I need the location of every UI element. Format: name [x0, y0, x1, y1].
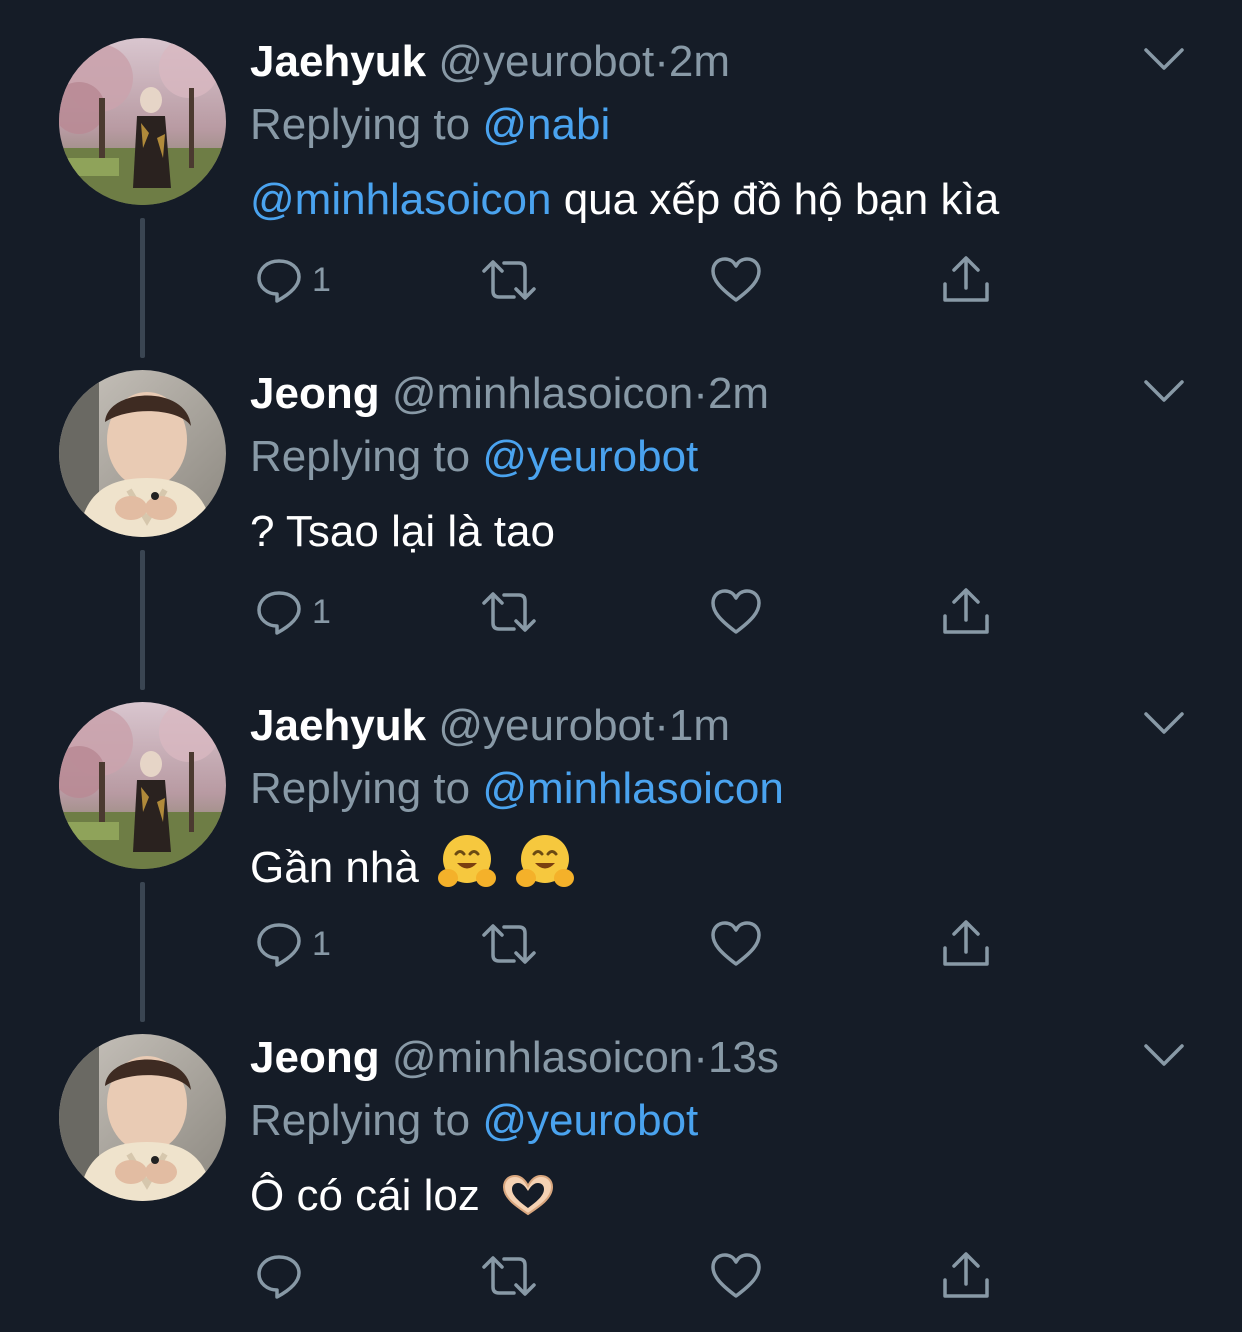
avatar[interactable]	[59, 370, 226, 537]
hugging-face-emoji	[438, 835, 497, 887]
like-button[interactable]	[710, 1248, 762, 1304]
share-icon	[943, 256, 989, 302]
retweet-icon	[482, 592, 536, 632]
hugging-face-emoji	[516, 835, 575, 887]
reply-icon	[257, 259, 301, 303]
retweet-icon	[482, 260, 536, 300]
retweet-icon	[482, 1256, 536, 1296]
tweet[interactable]: Jeong @minhlasoicon·2m Replying to @yeur…	[0, 332, 1242, 664]
replying-to-line: Replying to @yeurobot	[250, 1091, 698, 1151]
reply-icon	[257, 591, 301, 635]
tweet-header: Jeong @minhlasoicon·2m	[250, 364, 769, 424]
reply-button[interactable]	[254, 1248, 312, 1304]
tweet[interactable]: Jeong @minhlasoicon·13s Replying to @yeu…	[0, 996, 1242, 1328]
heart-icon	[711, 257, 761, 302]
reply-button[interactable]: 1	[254, 916, 331, 972]
tweet-body: ? Tsao lại là tao	[250, 500, 555, 564]
heart-icon	[711, 1253, 761, 1298]
chevron-down-icon[interactable]	[1142, 708, 1186, 738]
display-name[interactable]: Jaehyuk	[250, 701, 426, 750]
tweet-actions: 1	[250, 252, 1010, 312]
user-handle[interactable]: @yeurobot	[438, 701, 654, 750]
separator-dot: ·	[693, 369, 708, 418]
separator-dot: ·	[693, 1033, 708, 1082]
user-handle[interactable]: @yeurobot	[438, 37, 654, 86]
reply-count: 1	[312, 592, 331, 631]
like-button[interactable]	[710, 584, 762, 640]
tweet-body: Ô có cái loz	[250, 1164, 558, 1228]
replying-to-label: Replying to	[250, 100, 471, 149]
body-text: Gần nhà	[250, 843, 419, 892]
reply-icon	[257, 923, 301, 967]
share-icon	[943, 588, 989, 634]
separator-dot: ·	[654, 701, 669, 750]
body-mention[interactable]: @minhlasoicon	[250, 175, 551, 224]
tweet-body: @minhlasoicon qua xếp đồ hộ bạn kìa	[250, 168, 999, 232]
tweet[interactable]: Jaehyuk @yeurobot·1m Replying to @minhla…	[0, 664, 1242, 996]
tweet-body: Gần nhà	[250, 832, 575, 900]
timestamp[interactable]: 2m	[669, 37, 730, 86]
chevron-down-icon[interactable]	[1142, 44, 1186, 74]
reply-icon	[257, 1255, 301, 1299]
replying-to-label: Replying to	[250, 764, 471, 813]
replying-to-label: Replying to	[250, 432, 471, 481]
chevron-down-icon[interactable]	[1142, 376, 1186, 406]
replying-to-mention[interactable]: @yeurobot	[482, 432, 698, 481]
user-handle[interactable]: @minhlasoicon	[392, 1033, 693, 1082]
reply-button[interactable]: 1	[254, 252, 331, 308]
chevron-down-icon[interactable]	[1142, 1040, 1186, 1070]
reply-count: 1	[312, 924, 331, 963]
avatar[interactable]	[59, 702, 226, 869]
share-button[interactable]	[940, 916, 992, 972]
avatar[interactable]	[59, 38, 226, 205]
separator-dot: ·	[654, 37, 669, 86]
retweet-icon	[482, 924, 536, 964]
reply-button[interactable]: 1	[254, 584, 331, 640]
retweet-button[interactable]	[480, 584, 538, 640]
share-button[interactable]	[940, 584, 992, 640]
tweet-header: Jeong @minhlasoicon·13s	[250, 1028, 779, 1088]
tweet-actions: 1	[250, 584, 1010, 644]
timestamp[interactable]: 1m	[669, 701, 730, 750]
tweet-actions	[250, 1248, 1010, 1308]
share-icon	[943, 920, 989, 966]
body-text: ? Tsao lại là tao	[250, 507, 555, 556]
heart-icon	[711, 589, 761, 634]
retweet-button[interactable]	[480, 1248, 538, 1304]
replying-to-line: Replying to @nabi	[250, 95, 610, 155]
heart-hands-emoji	[503, 1174, 554, 1216]
timestamp[interactable]: 2m	[708, 369, 769, 418]
tweet-header: Jaehyuk @yeurobot·2m	[250, 32, 730, 92]
display-name[interactable]: Jeong	[250, 1033, 380, 1082]
replying-to-line: Replying to @minhlasoicon	[250, 759, 784, 819]
user-handle[interactable]: @minhlasoicon	[392, 369, 693, 418]
tweet[interactable]: Jaehyuk @yeurobot·2m Replying to @nabi @…	[0, 0, 1242, 332]
replying-to-mention[interactable]: @minhlasoicon	[482, 764, 783, 813]
replying-to-mention[interactable]: @yeurobot	[482, 1096, 698, 1145]
replying-to-label: Replying to	[250, 1096, 471, 1145]
share-button[interactable]	[940, 252, 992, 308]
body-text: Ô có cái loz	[250, 1171, 480, 1220]
body-text: qua xếp đồ hộ bạn kìa	[551, 175, 1000, 224]
replying-to-line: Replying to @yeurobot	[250, 427, 698, 487]
share-icon	[943, 1252, 989, 1298]
like-button[interactable]	[710, 252, 762, 308]
like-button[interactable]	[710, 916, 762, 972]
heart-icon	[711, 921, 761, 966]
share-button[interactable]	[940, 1248, 992, 1304]
tweet-actions: 1	[250, 916, 1010, 976]
timestamp[interactable]: 13s	[708, 1033, 779, 1082]
reply-count: 1	[312, 260, 331, 299]
tweet-header: Jaehyuk @yeurobot·1m	[250, 696, 730, 756]
display-name[interactable]: Jeong	[250, 369, 380, 418]
retweet-button[interactable]	[480, 252, 538, 308]
avatar[interactable]	[59, 1034, 226, 1201]
display-name[interactable]: Jaehyuk	[250, 37, 426, 86]
replying-to-mention[interactable]: @nabi	[482, 100, 610, 149]
retweet-button[interactable]	[480, 916, 538, 972]
